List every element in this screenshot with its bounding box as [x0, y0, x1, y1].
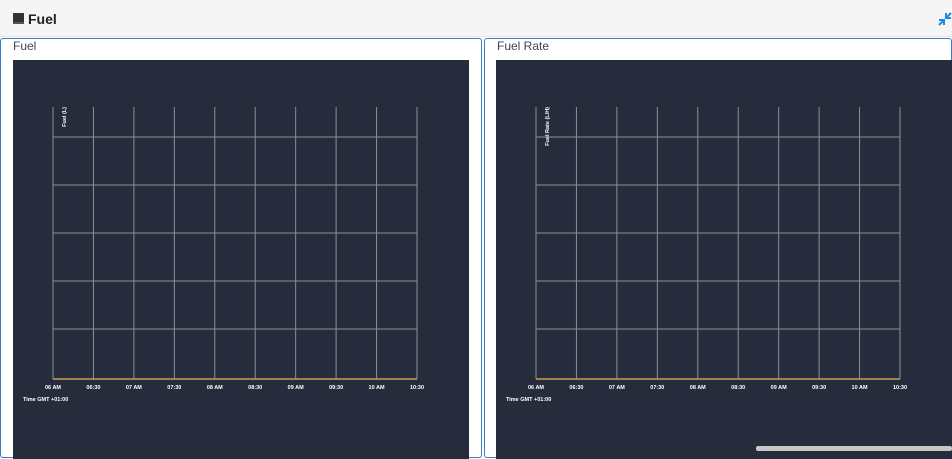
- fuel-chart-svg: 06 AM 06:30 07 AM 07:30 08 AM 08:30 09 AM 09:30…: [23, 107, 424, 403]
- x-tick-label: 07:30: [167, 385, 181, 391]
- fuel-rate-chart-panel: Fuel Rate 06 AM 06:30 07 AM 07:30 08 AM 08:30…: [484, 38, 952, 459]
- x-tick-label: 06 AM: [528, 385, 544, 391]
- x-tick-label: 08:30: [731, 385, 745, 391]
- x-tick-label: 08 AM: [207, 385, 223, 391]
- dashboard-square-icon: [13, 13, 24, 24]
- fuel-chart-panel: Fuel 06 AM 06:30 07 AM 07:30 08 AM 08:30 09 AM…: [0, 38, 482, 459]
- y-axis-label: Fuel (L): [62, 107, 68, 127]
- compress-arrows-icon[interactable]: [938, 12, 952, 26]
- x-tick-label: 10 AM: [852, 385, 868, 391]
- section-title: Fuel: [28, 11, 57, 27]
- x-tick-label: 08 AM: [690, 385, 706, 391]
- fuel-chart: 06 AM 06:30 07 AM 07:30 08 AM 08:30 09 AM 09:30…: [13, 60, 469, 459]
- x-tick-label: 06 AM: [45, 385, 61, 391]
- x-tick-label: 06:30: [86, 385, 100, 391]
- x-tick-label: 10:30: [410, 385, 424, 391]
- fuel-rate-chart: 06 AM 06:30 07 AM 07:30 08 AM 08:30 09 AM 09:30…: [496, 60, 952, 459]
- x-tick-label: 07:30: [650, 385, 664, 391]
- x-tick-label: 08:30: [248, 385, 262, 391]
- fuel-rate-chart-svg: 06 AM 06:30 07 AM 07:30 08 AM 08:30 09 AM 09:30…: [506, 107, 907, 403]
- x-tick-label: 06:30: [569, 385, 583, 391]
- x-tick-label: 09 AM: [771, 385, 787, 391]
- y-axis-label: Fuel Rate (L/H): [545, 107, 551, 146]
- section-header: Fuel: [0, 0, 952, 37]
- x-tick-label: 10:30: [893, 385, 907, 391]
- horizontal-scrollbar[interactable]: [756, 446, 952, 451]
- x-axis-label: Time GMT +01:00: [506, 397, 551, 403]
- x-tick-label: 09:30: [329, 385, 343, 391]
- x-tick-label: 10 AM: [369, 385, 385, 391]
- x-axis-label: Time GMT +01:00: [23, 397, 68, 403]
- panel-title-fuel: Fuel: [13, 39, 37, 53]
- x-tick-label: 09 AM: [288, 385, 304, 391]
- x-tick-label: 09:30: [812, 385, 826, 391]
- x-tick-label: 07 AM: [126, 385, 142, 391]
- panel-title-fuel-rate: Fuel Rate: [497, 39, 550, 53]
- x-tick-label: 07 AM: [609, 385, 625, 391]
